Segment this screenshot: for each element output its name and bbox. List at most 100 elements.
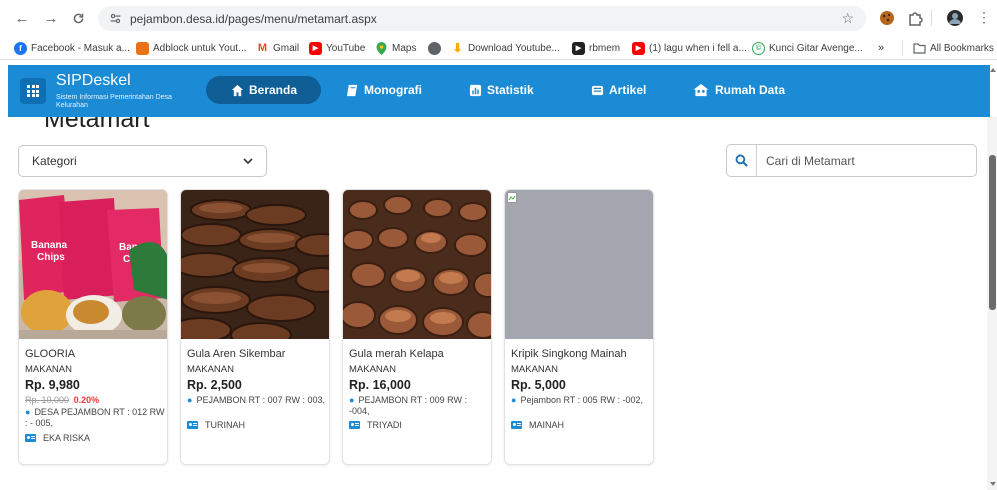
- bookmarks-divider: [902, 41, 903, 55]
- bookmark-label: Gmail: [273, 42, 300, 54]
- people-icon: [692, 83, 710, 97]
- bookmark-label: Maps: [392, 42, 417, 54]
- bookmark-lagu[interactable]: ▶ (1) lagu when i fell a...: [632, 40, 747, 56]
- browser-menu-icon[interactable]: ⋮: [975, 9, 993, 27]
- address-bar[interactable]: pejambon.desa.id/pages/menu/metamart.asp…: [98, 6, 866, 31]
- product-price: Rp. 9,980: [25, 378, 80, 392]
- address-text: Pejambon RT : 005 RW : -002,: [520, 395, 644, 405]
- bookmark-star-icon[interactable]: ☆: [841, 10, 854, 27]
- cookie-extension-icon[interactable]: [878, 9, 896, 27]
- nav-statistik[interactable]: Statistik: [468, 76, 534, 104]
- product-category: MAKANAN: [349, 364, 396, 375]
- search-input[interactable]: [766, 153, 966, 168]
- search-box[interactable]: [726, 144, 977, 177]
- youtube-icon: ▶: [309, 41, 322, 55]
- product-card[interactable]: Gula merah Kelapa MAKANAN Rp. 16,000 ● PE…: [342, 189, 492, 465]
- bookmark-adblock[interactable]: Adblock untuk Yout...: [136, 40, 246, 56]
- extensions-puzzle-icon[interactable]: [906, 9, 924, 27]
- product-image[interactable]: [505, 190, 653, 339]
- product-card[interactable]: Banana Chips Banana Chips GLOORIA MAKANA…: [18, 189, 168, 465]
- nav-monografi[interactable]: Monografi: [345, 76, 422, 104]
- more-bookmarks-button[interactable]: »: [878, 40, 884, 56]
- back-arrow-icon[interactable]: ←: [12, 8, 32, 28]
- bookmark-label: Adblock untuk Yout...: [153, 42, 247, 54]
- address-text: PEJAMBON RT : 007 RW : 003,: [196, 395, 325, 405]
- nav-label: Rumah Data: [715, 83, 786, 97]
- product-image[interactable]: [181, 190, 329, 339]
- rbmem-icon: ▶: [572, 41, 585, 55]
- product-price: Rp. 16,000: [349, 378, 411, 392]
- bookmark-facebook[interactable]: f Facebook - Masuk a...: [14, 40, 130, 56]
- download-icon: ⬇: [451, 41, 464, 55]
- product-name[interactable]: Gula Aren Sikembar: [187, 348, 285, 360]
- scroll-down-arrow-icon[interactable]: [990, 482, 996, 486]
- scrollbar-thumb[interactable]: [989, 155, 996, 310]
- product-image[interactable]: [343, 190, 491, 339]
- seller-name: MAINAH: [529, 420, 565, 430]
- folder-icon: [913, 42, 926, 54]
- brand-title[interactable]: SIPDeskel: [56, 72, 131, 90]
- maps-icon: [375, 41, 388, 55]
- category-select[interactable]: Kategori: [18, 145, 267, 177]
- old-price: Rp. 10,000: [25, 395, 70, 405]
- nav-label: Artikel: [609, 83, 647, 97]
- broken-image-icon: [507, 192, 517, 203]
- nav-rumah-data[interactable]: Rumah Data: [692, 76, 785, 104]
- location-pin-icon: ●: [511, 395, 517, 405]
- seller-name: TURINAH: [205, 420, 245, 430]
- app-header: SIPDeskel Sistem Informasi Pemerintahan …: [8, 65, 990, 117]
- product-category: MAKANAN: [511, 364, 558, 375]
- product-address: ● PEJAMBON RT : 007 RW : 003,: [187, 395, 327, 406]
- book-icon: [345, 83, 359, 97]
- browser-toolbar: ← → pejambon.desa.id/pages/menu/metamart…: [0, 0, 997, 36]
- all-bookmarks-label: All Bookmarks: [930, 42, 994, 54]
- chart-icon: [468, 83, 482, 97]
- facebook-icon: f: [14, 41, 27, 55]
- chevron-down-icon: [242, 155, 254, 167]
- nav-beranda[interactable]: Beranda: [206, 76, 322, 104]
- search-icon[interactable]: [727, 145, 757, 176]
- nav-label: Beranda: [249, 83, 298, 97]
- bookmark-youtube[interactable]: ▶ YouTube: [309, 40, 365, 56]
- svg-text:Chips: Chips: [37, 252, 65, 263]
- id-card-icon: [187, 421, 198, 429]
- home-icon: [230, 83, 244, 97]
- seller-name: EKA RISKA: [43, 433, 91, 443]
- all-bookmarks-button[interactable]: All Bookmarks: [913, 40, 994, 56]
- product-name[interactable]: Gula merah Kelapa: [349, 348, 444, 360]
- reload-icon[interactable]: [68, 8, 88, 28]
- product-card[interactable]: Kripik Singkong Mainah MAKANAN Rp. 5,000…: [504, 189, 654, 465]
- site-settings-icon[interactable]: [108, 12, 122, 26]
- scroll-up-arrow-icon[interactable]: [990, 68, 996, 72]
- product-card[interactable]: Gula Aren Sikembar MAKANAN Rp. 2,500 ● PE…: [180, 189, 330, 465]
- nav-artikel[interactable]: Artikel: [590, 76, 646, 104]
- bookmark-gmail[interactable]: M Gmail: [256, 40, 299, 56]
- brand-subtitle: Sistem Informasi Pemerintahan Desa Kelur…: [56, 94, 172, 109]
- forward-arrow-icon[interactable]: →: [41, 8, 61, 28]
- product-name[interactable]: Kripik Singkong Mainah: [511, 348, 627, 360]
- profile-avatar[interactable]: [946, 9, 964, 27]
- bookmark-label: Kunci Gitar Avenge...: [769, 42, 863, 54]
- bookmark-kunci-gitar[interactable]: © Kunci Gitar Avenge...: [752, 40, 863, 56]
- id-card-icon: [511, 421, 522, 429]
- product-old-price: Rp. 10,000 0.20%: [25, 395, 99, 405]
- product-category: MAKANAN: [25, 364, 72, 375]
- url-text: pejambon.desa.id/pages/menu/metamart.asp…: [130, 11, 377, 26]
- bookmark-download-youtube[interactable]: ⬇ Download Youtube...: [451, 40, 560, 56]
- chord-icon: ©: [752, 41, 765, 55]
- address-text: PEJAMBON RT : 009 RW : -004,: [349, 395, 467, 416]
- product-price: Rp. 2,500: [187, 378, 242, 392]
- nav-label: Monografi: [364, 83, 422, 97]
- nav-label: Statistik: [487, 83, 534, 97]
- svg-text:Banana: Banana: [31, 240, 68, 251]
- product-name[interactable]: GLOORIA: [25, 348, 75, 360]
- product-image[interactable]: Banana Chips Banana Chips: [19, 190, 167, 339]
- app-grid-icon[interactable]: [20, 78, 46, 104]
- location-pin-icon: ●: [25, 407, 31, 417]
- bookmark-globe[interactable]: [428, 40, 445, 56]
- product-seller: TURINAH: [187, 420, 245, 430]
- product-seller: MAINAH: [511, 420, 564, 430]
- newspaper-icon: [590, 83, 604, 97]
- bookmark-maps[interactable]: Maps: [375, 40, 416, 56]
- bookmark-rbmem[interactable]: ▶ rbmem: [572, 40, 620, 56]
